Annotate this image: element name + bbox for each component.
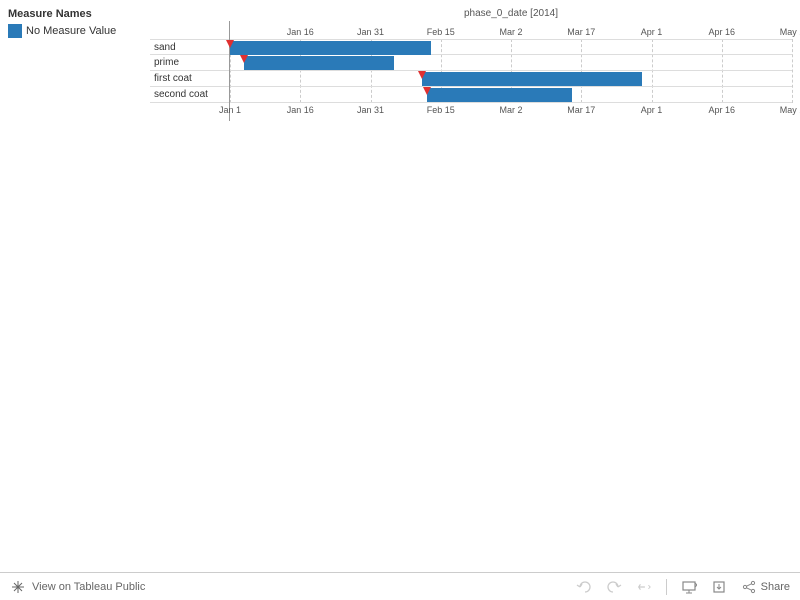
marker-icon (423, 87, 431, 95)
chart-row[interactable] (230, 55, 792, 71)
x-tick: Jan 16 (287, 105, 314, 115)
gantt-bar[interactable] (244, 56, 394, 70)
marker-icon (418, 71, 426, 79)
y-label[interactable]: second coat (150, 87, 229, 103)
marker-icon (226, 40, 234, 48)
y-label[interactable]: sand (150, 39, 229, 55)
y-label[interactable]: prime (150, 55, 229, 71)
toolbar-divider (666, 579, 667, 595)
chart-rows (230, 39, 792, 103)
x-tick: Jan 1 (219, 105, 241, 115)
legend-title: Measure Names (8, 8, 142, 20)
x-tick: Apr 16 (708, 105, 735, 115)
share-button[interactable]: Share (741, 579, 790, 595)
gantt-bar[interactable] (427, 88, 572, 102)
x-tick: Apr 1 (641, 27, 663, 37)
view-on-tableau-link[interactable]: View on Tableau Public (10, 579, 145, 595)
x-tick: Mar 2 (499, 105, 522, 115)
x-tick: Mar 2 (499, 27, 522, 37)
marker-icon (240, 55, 248, 63)
x-tick: May 1 (780, 105, 800, 115)
x-axis-title: phase_0_date [2014] (230, 8, 792, 19)
x-tick: Jan 31 (357, 105, 384, 115)
x-tick: Apr 16 (708, 27, 735, 37)
chart-area: phase_0_date [2014] sand prime first coa… (150, 0, 800, 129)
gantt-chart: sand prime first coat second coat Jan 16… (150, 21, 792, 121)
x-tick: Jan 31 (357, 27, 384, 37)
legend-item[interactable]: No Measure Value (8, 24, 142, 38)
gantt-bar[interactable] (230, 41, 431, 55)
view-label: View on Tableau Public (32, 581, 145, 593)
legend-item-label: No Measure Value (26, 25, 116, 37)
gantt-bar[interactable] (422, 72, 642, 86)
x-tick: Jan 16 (287, 27, 314, 37)
chart-row[interactable] (230, 39, 792, 55)
x-tick: Feb 15 (427, 105, 455, 115)
x-tick: Mar 17 (567, 105, 595, 115)
chart-row[interactable] (230, 71, 792, 87)
chart-row[interactable] (230, 87, 792, 103)
redo-icon[interactable] (606, 579, 622, 595)
legend-panel: Measure Names No Measure Value (0, 0, 150, 129)
x-ticks-top: Jan 16 Jan 31 Feb 15 Mar 2 Mar 17 Apr 1 … (230, 21, 792, 39)
x-tick: Mar 17 (567, 27, 595, 37)
share-icon (741, 579, 757, 595)
x-tick: Feb 15 (427, 27, 455, 37)
share-label: Share (761, 581, 790, 593)
undo-icon[interactable] (576, 579, 592, 595)
tableau-logo-icon (10, 579, 26, 595)
x-tick: Apr 1 (641, 105, 663, 115)
x-ticks-bottom: Jan 1 Jan 16 Jan 31 Feb 15 Mar 2 Mar 17 … (230, 103, 792, 121)
legend-swatch (8, 24, 22, 38)
toolbar: View on Tableau Public Share (0, 572, 800, 600)
download-icon[interactable] (711, 579, 727, 595)
x-tick: May 1 (780, 27, 800, 37)
presentation-icon[interactable] (681, 579, 697, 595)
y-label[interactable]: first coat (150, 71, 229, 87)
plot-area[interactable]: Jan 16 Jan 31 Feb 15 Mar 2 Mar 17 Apr 1 … (230, 21, 792, 121)
revert-icon[interactable] (636, 579, 652, 595)
